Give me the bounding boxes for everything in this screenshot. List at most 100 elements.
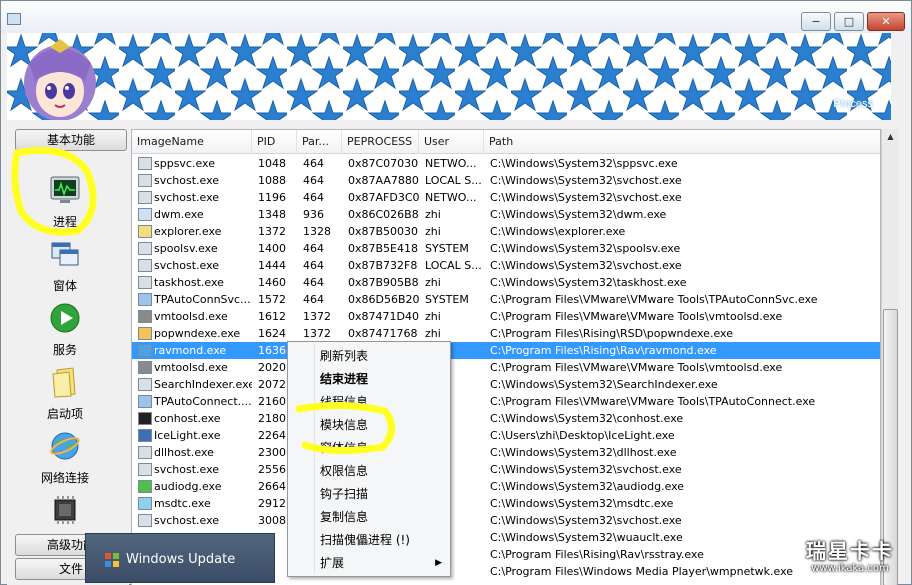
- table-row[interactable]: audiodg.exe2664L S...C:\Windows\System32…: [132, 478, 880, 495]
- table-row[interactable]: ravmond.exe1636EMC:\Program Files\Rising…: [132, 342, 880, 359]
- table-row[interactable]: TPAutoConnect.... 2160 C:\Program Files\VM…: [132, 393, 880, 410]
- table-cell-peprocess: 0x87AA7880: [348, 174, 419, 187]
- process-icon: [138, 157, 152, 170]
- table-cell-imagename: explorer.exe: [154, 225, 222, 238]
- menu-item-label: 权限信息: [320, 464, 369, 478]
- submenu-arrow-icon: ▶: [435, 558, 442, 568]
- sidebar-item-label: 进程: [52, 215, 77, 229]
- star-pattern: [7, 33, 891, 120]
- sidebar-item-startup[interactable]: 启动项: [17, 366, 113, 422]
- taskbar-thumbnail-popup[interactable]: Windows Update: [85, 533, 275, 583]
- sidebar-item-label: 窗体: [52, 279, 77, 293]
- table-row[interactable]: svchost.exe3008EMC:\Windows\System32\svc…: [132, 512, 880, 529]
- menu-item-label: 结束进程: [320, 372, 369, 386]
- table-row[interactable]: explorer.exe 1372 1328 0x87B50030 zhi C:\Wind…: [132, 223, 880, 240]
- process-icon: [138, 191, 152, 204]
- table-cell-peprocess: 0x86D56B20: [348, 293, 420, 306]
- process-icon: [138, 429, 152, 442]
- column-header-imagename[interactable]: ImageName: [132, 130, 252, 154]
- network-globe-icon: [50, 432, 80, 460]
- menu-item-0[interactable]: 刷新列表: [320, 345, 448, 368]
- vertical-scrollbar[interactable]: ▲: [881, 129, 898, 585]
- process-monitor-icon: [50, 176, 80, 203]
- table-cell-peprocess: 0x87B5E418: [348, 242, 418, 255]
- table-cell-pid: 1348: [258, 208, 286, 221]
- table-cell-user: SYSTEM: [425, 242, 469, 255]
- table-cell-peprocess: 0x87471768: [348, 327, 418, 340]
- process-icon: [138, 446, 152, 459]
- table-cell-pid: 1400: [258, 242, 286, 255]
- column-header-user[interactable]: User: [419, 130, 484, 154]
- table-row[interactable]: IceLight.exe 2264 C:\Users\zhi\Desktop\Ice…: [132, 427, 880, 444]
- table-row[interactable]: vmtoolsd.exe2020EMC:\Program Files\VMwar…: [132, 359, 880, 376]
- process-icon: [138, 276, 152, 289]
- menu-item-label: 扩展: [320, 556, 345, 570]
- close-button[interactable]: ✕: [867, 12, 905, 31]
- column-header-path[interactable]: Path: [484, 130, 880, 154]
- table-row[interactable]: SearchIndexer.exe2072EMC:\Windows\System…: [132, 376, 880, 393]
- table-cell-pid: 1444: [258, 259, 286, 272]
- process-table[interactable]: ImageName PID Par... PEPROCESS User Path…: [131, 129, 881, 585]
- sidebar-item-kernel[interactable]: [17, 494, 113, 533]
- sidebar-item-network[interactable]: 网络连接: [17, 430, 113, 486]
- table-cell-path: C:\Program Files\Rising\Rav\ravmond.exe: [490, 344, 717, 357]
- table-cell-imagename: audiodg.exe: [154, 480, 222, 493]
- table-row[interactable]: svchost.exe 1088 464 0x87AA7880 LOCAL S... C:…: [132, 172, 880, 189]
- table-row[interactable]: svchost.exe2556L S...C:\Windows\System32…: [132, 461, 880, 478]
- menu-item-5[interactable]: 权限信息: [320, 460, 448, 483]
- table-row[interactable]: spoolsv.exe 1400 464 0x87B5E418 SYSTEM C:\Win…: [132, 240, 880, 257]
- maximize-button[interactable]: □: [834, 12, 864, 31]
- process-icon: [138, 225, 152, 238]
- table-cell-pid: 1196: [258, 191, 286, 204]
- table-row[interactable]: sppsvc.exe 1048 464 0x87C07030 NETWO... C:\Wi…: [132, 155, 880, 172]
- column-header-parent[interactable]: Par...: [297, 130, 342, 154]
- table-cell-imagename: vmtoolsd.exe: [154, 361, 228, 374]
- menu-item-3[interactable]: 模块信息: [320, 414, 448, 437]
- minimize-button[interactable]: −: [801, 12, 831, 31]
- menu-item-9[interactable]: 扩展 ▶: [320, 552, 448, 575]
- table-cell-path: C:\Windows\System32\sppsvc.exe: [490, 157, 678, 170]
- table-cell-user: LOCAL S...: [425, 259, 482, 272]
- menu-item-7[interactable]: 复制信息: [320, 506, 448, 529]
- table-cell-path: C:\Windows\System32\dllhost.exe: [490, 446, 677, 459]
- sidebar-item-windows[interactable]: 窗体: [17, 238, 113, 294]
- sidebar-item-services[interactable]: 服务: [17, 302, 113, 358]
- table-row[interactable]: svchost.exe 1444 464 0x87B732F8 LOCAL S... C:…: [132, 257, 880, 274]
- sidebar-item-process[interactable]: 进程: [17, 174, 113, 230]
- table-row[interactable]: dllhost.exe2300EMC:\Windows\System32\dll…: [132, 444, 880, 461]
- sidebar-item-label: 网络连接: [40, 471, 89, 485]
- table-row[interactable]: svchost.exe 1196 464 0x87AFD3C0 NETWO... C:\W…: [132, 189, 880, 206]
- title-bar[interactable]: − □ ✕: [1, 1, 911, 33]
- column-header-peprocess[interactable]: PEPROCESS: [342, 130, 419, 154]
- menu-item-1[interactable]: 结束进程: [320, 368, 448, 391]
- scroll-up-arrow[interactable]: ▲: [882, 129, 899, 145]
- table-cell-user: SYSTEM: [425, 293, 469, 306]
- table-cell-path: C:\Program Files\Rising\RSD\popwndexe.ex…: [490, 327, 733, 340]
- menu-item-8[interactable]: 扫描傀儡进程 (!): [320, 529, 448, 552]
- table-row[interactable]: msdtc.exe2912VO...C:\Windows\System32\ms…: [132, 495, 880, 512]
- menu-item-2[interactable]: 线程信息: [320, 391, 448, 414]
- process-icon: [138, 259, 152, 272]
- table-cell-path: C:\Windows\System32\svchost.exe: [490, 191, 682, 204]
- column-header-pid[interactable]: PID: [252, 130, 297, 154]
- table-cell-imagename: popwndexe.exe: [154, 327, 241, 340]
- table-cell-path: C:\Windows\System32\conhost.exe: [490, 412, 684, 425]
- table-row[interactable]: taskhost.exe 1460 464 0x87B905B8 zhi C:\Windo…: [132, 274, 880, 291]
- basic-functions-button[interactable]: 基本功能: [15, 129, 127, 151]
- menu-item-4[interactable]: 窗体信息: [320, 437, 448, 460]
- table-cell-user: zhi: [425, 208, 441, 221]
- table-cell-path: C:\Program Files\VMware\VMware Tools\TPA…: [490, 293, 818, 306]
- table-row[interactable]: dwm.exe 1348 936 0x86C026B8 zhi C:\Windows\Sy…: [132, 206, 880, 223]
- table-row[interactable]: conhost.exe 2180 C:\Windows\System32\conho…: [132, 410, 880, 427]
- menu-item-label: 模块信息: [320, 418, 369, 432]
- table-cell-path: C:\Windows\System32\msdtc.exe: [490, 497, 674, 510]
- table-row[interactable]: popwndexe.exe 1624 1372 0x87471768 zhi C:\Pro…: [132, 325, 880, 342]
- menu-item-label: 复制信息: [320, 510, 369, 524]
- table-cell-pid: 1624: [258, 327, 286, 340]
- watermark-logo: 瑞星卡卡 www.ikaka.com: [806, 539, 894, 574]
- table-header: ImageName PID Par... PEPROCESS User Path: [132, 130, 880, 154]
- menu-item-6[interactable]: 钩子扫描: [320, 483, 448, 506]
- table-row[interactable]: vmtoolsd.exe 1612 1372 0x87471D40 zhi C:\Prog…: [132, 308, 880, 325]
- table-row[interactable]: TPAutoConnSvc.... 1572 464 0x86D56B20 SYSTEM…: [132, 291, 880, 308]
- service-play-icon: [50, 303, 80, 333]
